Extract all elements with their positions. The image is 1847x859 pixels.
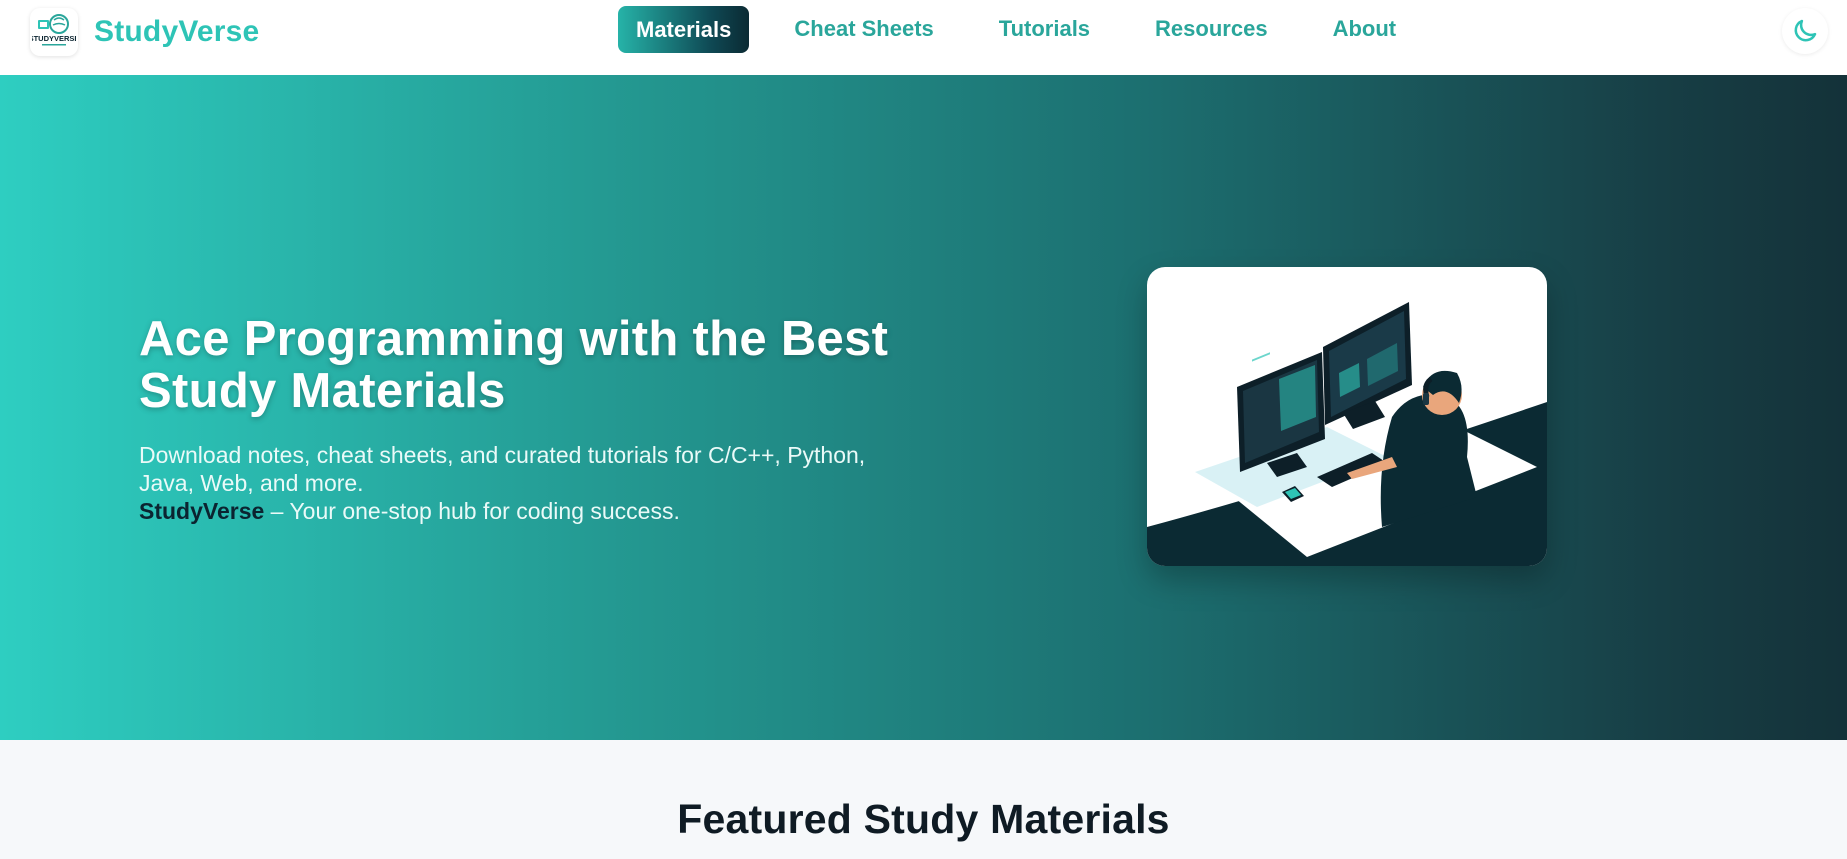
navbar: STUDYVERSE StudyVerse Materials Cheat Sh… [0, 0, 1847, 75]
hero-tagline-line: StudyVerse – Your one-stop hub for codin… [139, 497, 919, 525]
hero-subtitle: Download notes, cheat sheets, and curate… [139, 442, 866, 496]
featured-section-title: Featured Study Materials [677, 796, 1170, 842]
studyverse-logo-icon: STUDYVERSE [30, 8, 78, 56]
nav-item-materials[interactable]: Materials [618, 5, 750, 53]
hero-brand-mention: StudyVerse [139, 498, 265, 524]
theme-toggle-button[interactable] [1782, 8, 1828, 54]
nav-item-cheat-sheets[interactable]: Cheat Sheets [794, 5, 933, 53]
developer-at-desk-illustration [1147, 302, 1547, 566]
logo-text: STUDYVERSE [32, 34, 76, 43]
main-nav: Materials Cheat Sheets Tutorials Resourc… [618, 5, 1396, 53]
brand-home-link[interactable]: STUDYVERSE StudyVerse [30, 8, 259, 56]
hero-text: Ace Programming with the Best Study Mate… [139, 313, 919, 525]
hero-title: Ace Programming with the Best Study Mate… [139, 312, 889, 418]
moon-icon [1794, 19, 1817, 42]
nav-item-about[interactable]: About [1333, 5, 1397, 53]
nav-item-tutorials[interactable]: Tutorials [999, 5, 1090, 53]
hero-illustration-card [1147, 267, 1547, 566]
hero-section: Ace Programming with the Best Study Mate… [0, 75, 1847, 740]
hero-tagline: – Your one-stop hub for coding success. [264, 498, 680, 524]
brand-name: StudyVerse [94, 15, 260, 48]
nav-item-resources[interactable]: Resources [1155, 5, 1268, 53]
